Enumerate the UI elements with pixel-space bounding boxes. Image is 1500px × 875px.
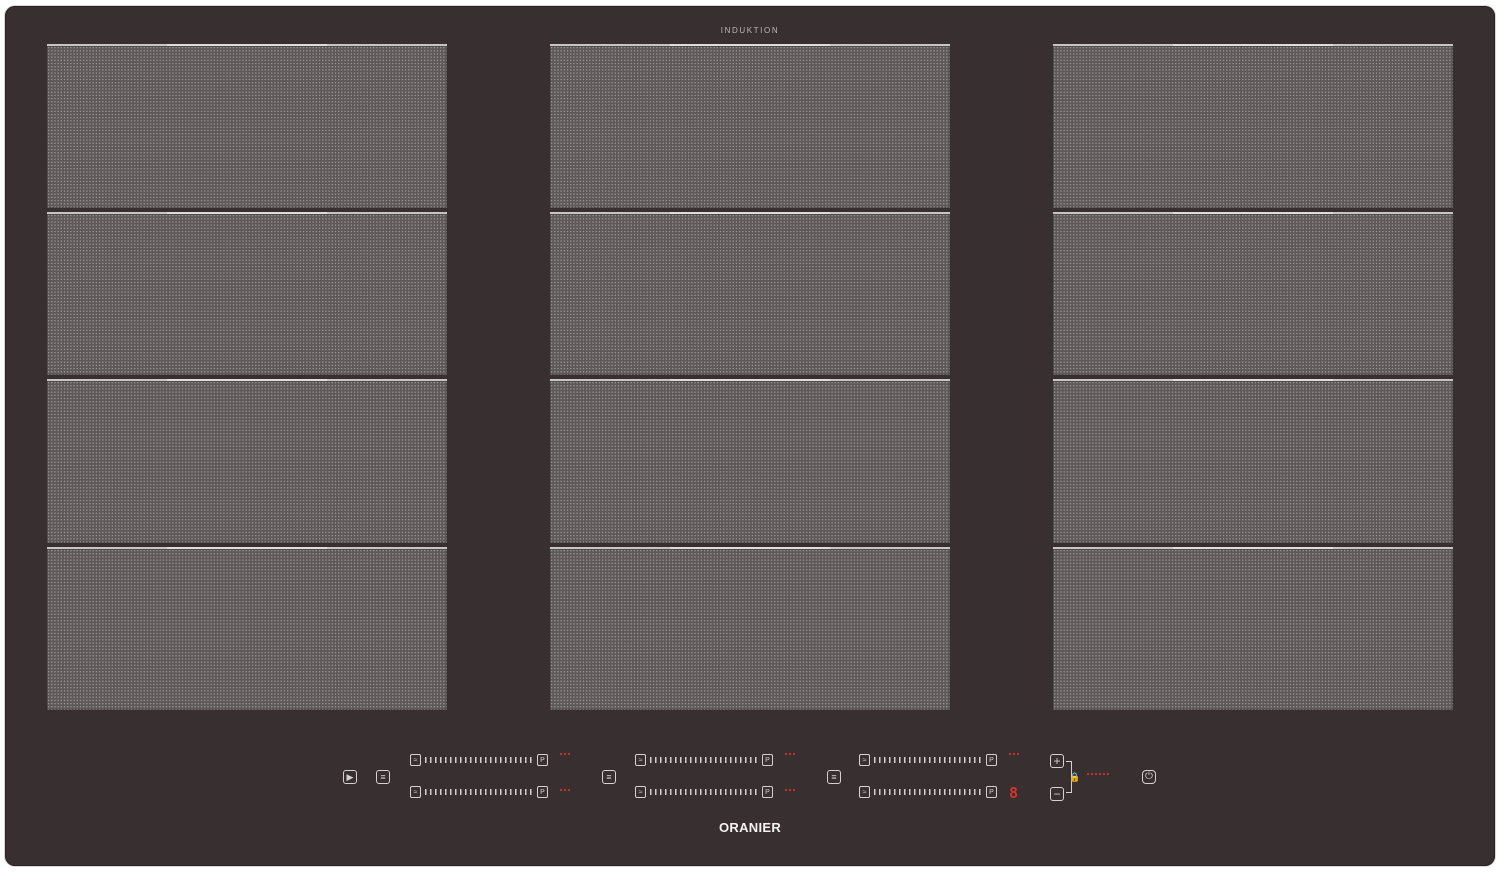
cooking-zone[interactable] [550,379,950,543]
flex-bridge-button-center[interactable]: ≡ [602,770,616,784]
cooking-zone[interactable] [47,546,447,710]
slider-scale [425,757,533,763]
cooking-zone[interactable] [47,379,447,543]
induktion-label: INDUKTION [720,26,780,35]
warm-icon: ≈ [410,754,421,766]
slider-scale [650,789,758,795]
boost-label: P [986,754,997,766]
cooking-zone[interactable] [1053,546,1453,710]
timer-minus-button[interactable]: − [1050,787,1064,801]
flex-bridge-icon: ≡ [831,771,837,782]
flex-bridge-button-right[interactable]: ≡ [827,770,841,784]
slider-scale [650,757,758,763]
plus-icon: + [1053,754,1061,768]
cooking-zone[interactable] [47,44,447,208]
zone-column-left [47,44,447,710]
warm-icon: ≈ [635,786,646,798]
cooktop-surface: INDUKTION ▶ ≡ ≈ P ≈ P ≡ ≈ P ≈ P ≡ ≈ P ≈ … [5,6,1495,866]
boost-label: P [537,786,548,798]
cooking-zone[interactable] [550,546,950,710]
power-slider-center-bottom[interactable]: ≈ P [635,785,773,799]
zone-column-right [1053,44,1453,710]
warm-icon: ≈ [635,754,646,766]
cooking-zone[interactable] [550,44,950,208]
cooking-zone[interactable] [47,211,447,375]
timer-plus-button[interactable]: + [1050,754,1064,768]
power-slider-right-top[interactable]: ≈ P [859,753,997,767]
timer-display: 8 [1009,784,1019,802]
minus-icon: − [1053,787,1061,801]
indicator-dots [1009,753,1021,755]
cooking-zone[interactable] [1053,211,1453,375]
warm-icon: ≈ [859,754,870,766]
slider-scale [874,789,982,795]
indicator-dots [560,753,572,755]
power-slider-center-top[interactable]: ≈ P [635,753,773,767]
power-slider-left-top[interactable]: ≈ P [410,753,548,767]
cooking-zone[interactable] [550,211,950,375]
indicator-dots [785,753,797,755]
power-slider-right-bottom[interactable]: ≈ P [859,785,997,799]
warm-icon: ≈ [410,786,421,798]
boost-label: P [986,786,997,798]
play-button[interactable]: ▶ [343,770,357,784]
zone-column-center [550,44,950,710]
lock-icon[interactable]: 🔒 [1069,772,1080,783]
power-icon: ⏻ [1145,771,1153,782]
boost-label: P [762,786,773,798]
boost-label: P [762,754,773,766]
boost-label: P [537,754,548,766]
power-button[interactable]: ⏻ [1142,770,1156,784]
brand-logo: ORANIER [718,820,782,835]
indicator-dots [560,789,572,791]
indicator-dots [1087,773,1111,775]
flex-bridge-icon: ≡ [606,771,612,782]
slider-scale [425,789,533,795]
flex-bridge-icon: ≡ [380,771,386,782]
flex-bridge-button-left[interactable]: ≡ [376,770,390,784]
indicator-dots [785,789,797,791]
slider-scale [874,757,982,763]
cooking-zone[interactable] [1053,44,1453,208]
warm-icon: ≈ [859,786,870,798]
power-slider-left-bottom[interactable]: ≈ P [410,785,548,799]
play-icon: ▶ [346,771,354,782]
cooking-zone[interactable] [1053,379,1453,543]
